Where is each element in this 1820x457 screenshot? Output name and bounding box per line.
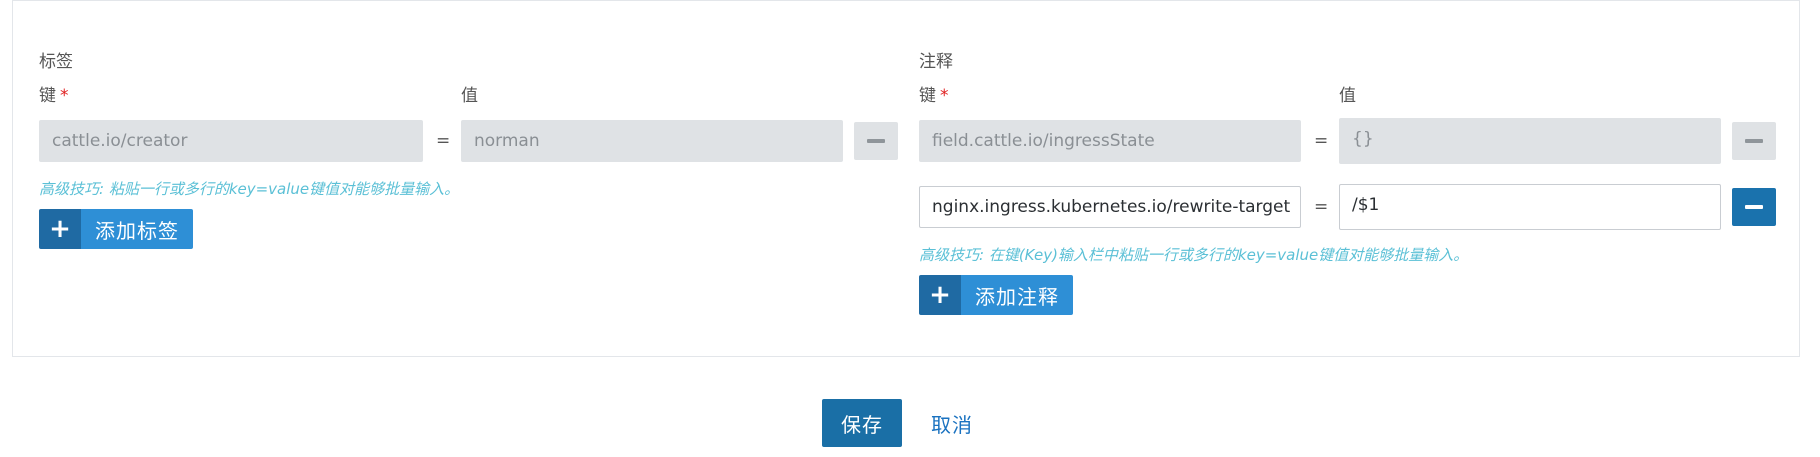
annotations-value-label: 值 bbox=[1339, 86, 1356, 106]
add-annotation-button[interactable]: + 添加注释 bbox=[919, 275, 1073, 315]
annotations-hint: 高级技巧: 在键(Key)输入栏中粘贴一行或多行的key=value键值对能够批… bbox=[919, 246, 1469, 264]
labels-annotations-panel: 标签 键 * 值 cattle.io/creator = norman 高级技巧:… bbox=[12, 0, 1800, 357]
annotations-key-label: 键 * bbox=[919, 81, 949, 106]
plus-icon: + bbox=[39, 209, 81, 249]
minus-icon bbox=[1745, 139, 1763, 143]
save-button[interactable]: 保存 bbox=[822, 399, 902, 447]
annotation-key-field[interactable]: field.cattle.io/ingressState bbox=[919, 120, 1301, 162]
labels-hint: 高级技巧: 粘贴一行或多行的key=value键值对能够批量输入。 bbox=[39, 180, 460, 198]
label-value-field[interactable]: norman bbox=[461, 120, 843, 162]
annotations-key-label-text: 键 bbox=[919, 86, 936, 106]
equals-sign: = bbox=[1314, 197, 1329, 217]
required-mark: * bbox=[940, 86, 949, 106]
annotation-value-field[interactable]: {} bbox=[1339, 118, 1721, 164]
minus-icon bbox=[1745, 205, 1763, 209]
remove-label-button[interactable] bbox=[854, 122, 898, 160]
annotation-value-field[interactable]: /$1 bbox=[1339, 184, 1721, 230]
labels-section-title: 标签 bbox=[39, 52, 73, 72]
required-mark: * bbox=[60, 86, 69, 106]
equals-sign: = bbox=[1314, 131, 1329, 151]
cancel-button[interactable]: 取消 bbox=[931, 399, 973, 447]
label-key-field[interactable]: cattle.io/creator bbox=[39, 120, 423, 162]
labels-key-label: 键 * bbox=[39, 81, 69, 106]
remove-annotation-button[interactable] bbox=[1732, 188, 1776, 226]
annotations-section-title: 注释 bbox=[919, 52, 953, 72]
labels-key-label-text: 键 bbox=[39, 86, 56, 106]
labels-value-label: 值 bbox=[461, 86, 478, 106]
equals-sign: = bbox=[436, 131, 451, 151]
plus-icon: + bbox=[919, 275, 961, 315]
minus-icon bbox=[867, 139, 885, 143]
add-annotation-button-label: 添加注释 bbox=[961, 275, 1073, 315]
add-label-button[interactable]: + 添加标签 bbox=[39, 209, 193, 249]
remove-annotation-button[interactable] bbox=[1732, 122, 1776, 160]
add-label-button-label: 添加标签 bbox=[81, 209, 193, 249]
annotation-key-field[interactable]: nginx.ingress.kubernetes.io/rewrite-targ… bbox=[919, 186, 1301, 228]
